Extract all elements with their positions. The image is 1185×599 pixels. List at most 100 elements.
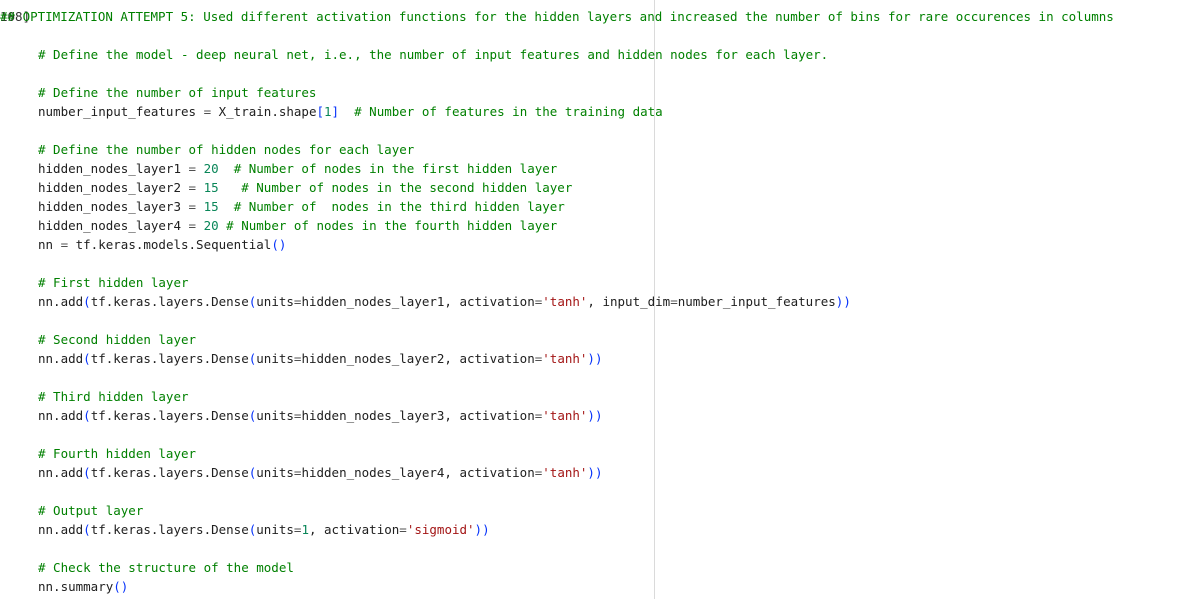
code-line: nn.add(tf.keras.layers.Dense(units=hidde… — [38, 292, 1114, 311]
code-line: nn.add(tf.keras.layers.Dense(units=hidde… — [38, 349, 1114, 368]
code-operator: = — [203, 104, 212, 119]
code-comment: ## OPTIMIZATION ATTEMPT 5: Used differen… — [0, 9, 1114, 24]
code-bracket: ( — [83, 522, 91, 537]
code-text: number_input_features — [38, 104, 204, 119]
code-line: # Define the model - deep neural net, i.… — [38, 45, 1114, 64]
code-string: 'tanh' — [542, 465, 588, 480]
code-operator: = — [188, 161, 197, 176]
code-comment: # Number of nodes in the third hidden la… — [233, 199, 565, 214]
code-number: 20 — [203, 218, 219, 233]
code-editor[interactable]: ## OPTIMIZATION ATTEMPT 5: Used differen… — [0, 7, 1114, 596]
code-comment: # Fourth hidden layer — [38, 446, 197, 461]
code-number: 20 — [203, 161, 219, 176]
code-text: nn — [38, 237, 61, 252]
code-line: nn.add(tf.keras.layers.Dense(units=hidde… — [38, 463, 1114, 482]
code-string: 'sigmoid' — [406, 522, 475, 537]
code-line: nn.add(tf.keras.layers.Dense(units=1, ac… — [38, 520, 1114, 539]
code-line: nn.summary() — [38, 577, 1114, 596]
code-comment: # Second hidden layer — [38, 332, 197, 347]
code-operator: = — [60, 237, 69, 252]
code-operator: = — [188, 180, 197, 195]
code-number: 15 — [203, 180, 219, 195]
code-text: , activation — [308, 522, 400, 537]
code-line: hidden_nodes_layer1 = 20 # Number of nod… — [38, 159, 1114, 178]
code-text: tf.keras.layers.Dense — [90, 408, 249, 423]
code-text: tf.keras.layers.Dense — [90, 294, 249, 309]
code-comment: # Define the model - deep neural net, i.… — [38, 47, 829, 62]
code-bracket: ] — [331, 104, 340, 119]
code-text: hidden_nodes_layer2 — [38, 180, 189, 195]
code-text: units — [256, 408, 294, 423]
code-bracket: () — [113, 579, 129, 594]
notebook-code-cell[interactable]: 108] ## OPTIMIZATION ATTEMPT 5: Used dif… — [0, 0, 1185, 599]
code-text: number_input_features — [677, 294, 836, 309]
code-bracket: [ — [316, 104, 324, 119]
code-operator: = — [188, 199, 197, 214]
code-text: tf.keras.layers.Dense — [90, 522, 249, 537]
code-comment: # First hidden layer — [38, 275, 189, 290]
code-text: hidden_nodes_layer4, activation — [301, 465, 535, 480]
code-bracket: () — [271, 237, 287, 252]
code-number: 1 — [301, 522, 309, 537]
code-operator: = — [670, 294, 678, 309]
code-text: tf.keras.models.Sequential — [68, 237, 272, 252]
code-text: units — [256, 522, 294, 537]
code-string: 'tanh' — [542, 351, 588, 366]
code-bracket: ( — [83, 351, 91, 366]
code-line: # Second hidden layer — [38, 330, 1114, 349]
code-line: hidden_nodes_layer3 = 15 # Number of nod… — [38, 197, 1114, 216]
code-operator: = — [188, 218, 197, 233]
code-text: hidden_nodes_layer1 — [38, 161, 189, 176]
code-text: nn.add — [38, 294, 84, 309]
code-line: nn = tf.keras.models.Sequential() — [38, 235, 1114, 254]
code-line: nn.add(tf.keras.layers.Dense(units=hidde… — [38, 406, 1114, 425]
code-text: units — [256, 465, 294, 480]
code-text: nn.summary — [38, 579, 114, 594]
code-text: hidden_nodes_layer3, activation — [301, 408, 535, 423]
code-line: # Fourth hidden layer — [38, 444, 1114, 463]
code-comment: # Check the structure of the model — [38, 560, 294, 575]
code-bracket: )) — [587, 465, 603, 480]
code-text: hidden_nodes_layer2, activation — [301, 351, 535, 366]
code-text: hidden_nodes_layer3 — [38, 199, 189, 214]
code-line: # Output layer — [38, 501, 1114, 520]
code-text: , input_dim — [587, 294, 671, 309]
code-line: hidden_nodes_layer2 = 15 # Number of nod… — [38, 178, 1114, 197]
code-bracket: )) — [587, 351, 603, 366]
code-text: nn.add — [38, 465, 84, 480]
code-comment: # Number of nodes in the fourth hidden l… — [226, 218, 558, 233]
code-comment: # Define the number of hidden nodes for … — [38, 142, 415, 157]
code-text: hidden_nodes_layer1, activation — [301, 294, 535, 309]
code-line: # First hidden layer — [38, 273, 1114, 292]
code-bracket: )) — [587, 408, 603, 423]
code-operator: = — [399, 522, 407, 537]
code-text: tf.keras.layers.Dense — [90, 351, 249, 366]
code-line: ## OPTIMIZATION ATTEMPT 5: Used differen… — [0, 7, 1114, 26]
code-comment: # Define the number of input features — [38, 85, 317, 100]
code-line: # Define the number of input features — [38, 83, 1114, 102]
code-comment: # Third hidden layer — [38, 389, 189, 404]
code-text: nn.add — [38, 522, 84, 537]
code-comment: # Number of nodes in the first hidden la… — [233, 161, 558, 176]
code-bracket: ( — [83, 465, 91, 480]
code-comment: # Output layer — [38, 503, 144, 518]
code-bracket: ( — [83, 408, 91, 423]
code-line: # Define the number of hidden nodes for … — [38, 140, 1114, 159]
code-bracket: )) — [474, 522, 490, 537]
